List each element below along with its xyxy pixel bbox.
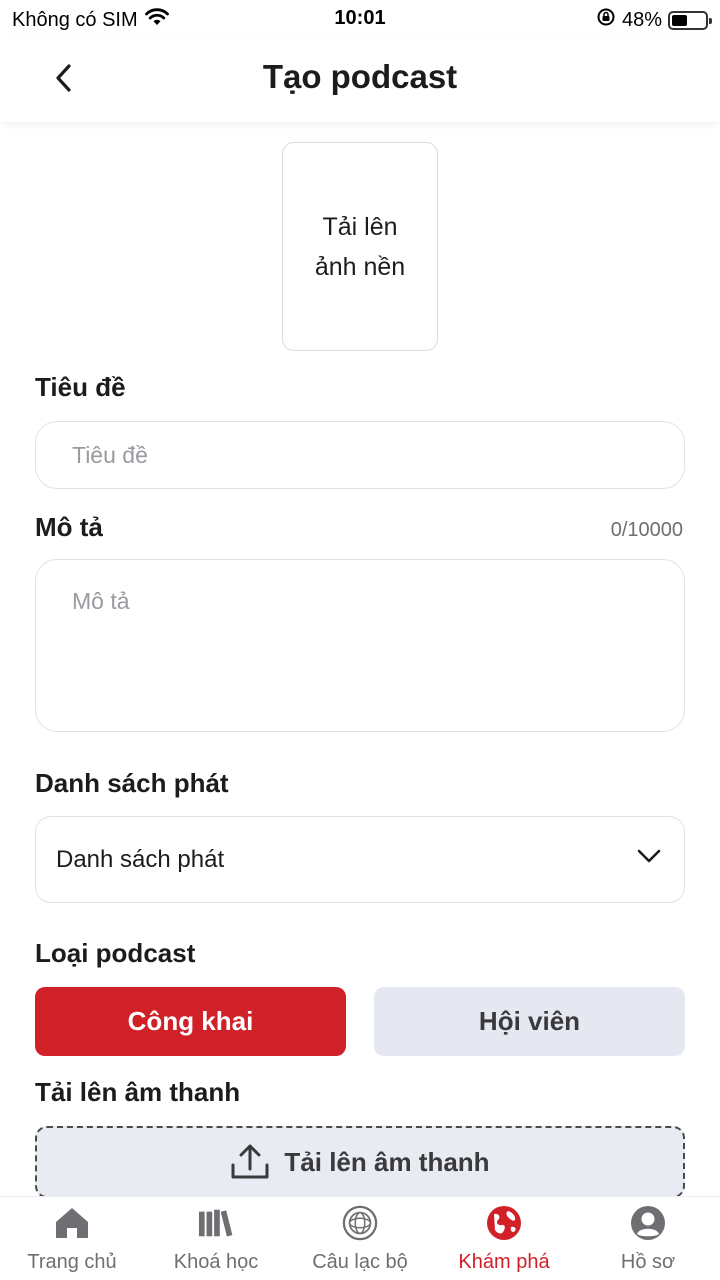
audio-upload-label: Tải lên âm thanh — [35, 1077, 241, 1107]
tab-bar: Trang chủ Khoá học Câu lạc bộ Khám phá H… — [0, 1196, 720, 1280]
tab-label: Khoá học — [173, 1251, 259, 1273]
tab-label: Trang chủ — [27, 1251, 117, 1273]
audio-upload-button[interactable]: Tải lên âm thanh — [35, 1126, 685, 1198]
club-icon — [342, 1205, 378, 1241]
description-input[interactable] — [35, 559, 685, 732]
tab-label: Khám phá — [458, 1251, 550, 1273]
title-input[interactable] — [35, 421, 685, 489]
status-bar: Không có SIM 10:01 48% — [0, 0, 720, 36]
description-label: Mô tả — [35, 512, 103, 542]
description-char-counter: 0/10000 — [610, 519, 683, 541]
battery-percent: 48% — [621, 8, 662, 31]
page-title: Tạo podcast — [262, 58, 458, 95]
tab-label: Hồ sơ — [620, 1251, 676, 1273]
chevron-down-icon — [637, 849, 661, 863]
playlist-label: Danh sách phát — [35, 768, 229, 798]
books-icon — [198, 1205, 234, 1241]
tab-home[interactable]: Trang chủ — [0, 1197, 144, 1280]
cover-upload-label: Tải lên ảnh nền — [314, 212, 406, 281]
upload-icon — [231, 1144, 269, 1179]
type-member-button[interactable]: Hội viên — [374, 987, 685, 1056]
nav-bar: Tạo podcast — [0, 36, 720, 122]
tab-club[interactable]: Câu lạc bộ — [288, 1197, 432, 1280]
battery-icon — [668, 10, 712, 30]
tab-courses[interactable]: Khoá học — [144, 1197, 288, 1280]
playlist-select[interactable]: Danh sách phát — [35, 816, 685, 903]
title-label: Tiêu đề — [35, 372, 126, 402]
tab-label: Câu lạc bộ — [312, 1251, 408, 1273]
tab-profile[interactable]: Hồ sơ — [576, 1197, 720, 1280]
profile-icon — [630, 1205, 666, 1241]
status-right: 48% — [596, 7, 712, 33]
type-public-button[interactable]: Công khai — [35, 987, 346, 1056]
cover-image-upload[interactable]: Tải lên ảnh nền — [282, 142, 438, 351]
orientation-lock-icon — [596, 7, 616, 33]
globe-icon — [486, 1205, 522, 1241]
battery-fill — [672, 14, 688, 26]
audio-upload-text: Tải lên âm thanh — [284, 1146, 490, 1177]
podcast-type-label: Loại podcast — [35, 938, 196, 968]
tab-explore[interactable]: Khám phá — [432, 1197, 576, 1280]
home-icon — [54, 1205, 90, 1241]
playlist-select-value: Danh sách phát — [56, 845, 225, 873]
